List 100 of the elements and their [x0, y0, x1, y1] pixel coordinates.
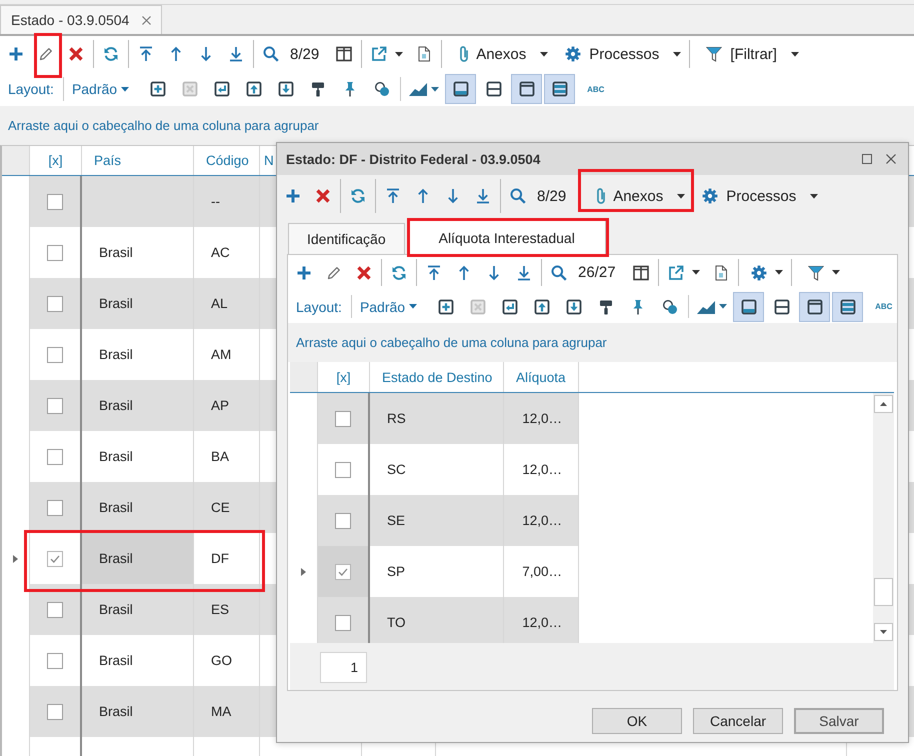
- gear-icon: [565, 46, 582, 62]
- document-icon[interactable]: [416, 46, 432, 62]
- column-header[interactable]: Estado de Destino: [370, 362, 504, 392]
- columns-icon[interactable]: [336, 46, 352, 62]
- pencil-icon[interactable]: [326, 264, 342, 280]
- attachments-menu-button[interactable]: Anexos: [586, 184, 690, 208]
- column-header[interactable]: Código: [194, 146, 260, 175]
- dialog-button[interactable]: OK: [592, 708, 682, 734]
- processes-menu-button[interactable]: Processos: [554, 36, 688, 72]
- view-toggle-button[interactable]: [733, 292, 764, 322]
- view-toggle-button[interactable]: [544, 74, 576, 104]
- top-arrow-icon[interactable]: [138, 46, 154, 62]
- plus-square-icon[interactable]: [438, 298, 454, 314]
- bottom-arrow-icon[interactable]: [475, 188, 491, 204]
- attachments-menu-button[interactable]: Anexos: [444, 36, 554, 72]
- scroll-down-button[interactable]: [874, 623, 893, 641]
- checkbox[interactable]: [47, 194, 63, 210]
- checkbox[interactable]: [47, 500, 63, 516]
- checkbox[interactable]: [335, 512, 351, 528]
- abc-button[interactable]: ABC: [871, 302, 896, 311]
- plus-icon[interactable]: [285, 188, 301, 204]
- circles-icon[interactable]: [374, 81, 390, 97]
- column-header[interactable]: [x]: [318, 362, 370, 392]
- caret-icon: [832, 270, 840, 275]
- checkbox[interactable]: [47, 550, 63, 566]
- cross-icon[interactable]: [68, 46, 84, 62]
- refresh-icon[interactable]: [103, 46, 119, 62]
- bottom-arrow-icon[interactable]: [228, 46, 244, 62]
- document-icon[interactable]: [712, 264, 729, 280]
- down-arrow-box-icon[interactable]: [566, 298, 582, 314]
- split-panel-icon: [486, 81, 502, 97]
- table-row[interactable]: RS 12,0…: [318, 393, 579, 444]
- checkbox[interactable]: [47, 602, 63, 618]
- checkbox[interactable]: [47, 244, 63, 260]
- search-icon[interactable]: [510, 188, 526, 204]
- checkbox[interactable]: [335, 564, 351, 580]
- checkbox[interactable]: [335, 462, 351, 478]
- search-icon[interactable]: [551, 264, 567, 280]
- view-toggle-button[interactable]: [511, 74, 542, 104]
- layout-preset-dropdown[interactable]: Padrão: [66, 81, 136, 97]
- column-header[interactable]: País: [82, 146, 194, 175]
- record-counter: 26/27: [578, 264, 617, 281]
- filter-menu-button[interactable]: [Filtrar]: [692, 36, 805, 72]
- record-counter: 8/29: [537, 188, 568, 204]
- layout-preset-dropdown[interactable]: Padrão: [354, 298, 424, 314]
- tab[interactable]: Identificação: [288, 223, 405, 254]
- checkbox[interactable]: [47, 346, 63, 362]
- table-row[interactable]: TO 12,0…: [318, 597, 579, 643]
- plus-square-icon[interactable]: [150, 81, 166, 97]
- paint-roller-icon[interactable]: [598, 298, 614, 314]
- close-icon[interactable]: [886, 154, 896, 164]
- pencil-icon[interactable]: [38, 46, 54, 62]
- maximize-icon[interactable]: [862, 154, 872, 164]
- processes-menu-button[interactable]: Processos: [700, 184, 822, 208]
- checkbox[interactable]: [47, 296, 63, 312]
- checkbox[interactable]: [47, 704, 63, 720]
- refresh-icon[interactable]: [350, 188, 366, 204]
- tab[interactable]: Alíquota Interestadual: [408, 220, 606, 255]
- group-by-hint: Arraste aqui o cabeçalho de uma coluna para agrupar: [8, 118, 319, 133]
- table-cell: Brasil: [82, 533, 194, 584]
- scroll-up-button[interactable]: [874, 395, 893, 413]
- column-header[interactable]: Alíquota: [504, 362, 579, 392]
- checkbox[interactable]: [335, 410, 351, 426]
- down-arrow-box-icon[interactable]: [278, 81, 294, 97]
- top-arrow-icon[interactable]: [385, 188, 401, 204]
- cross-icon[interactable]: [356, 264, 372, 280]
- close-icon[interactable]: [142, 16, 151, 24]
- refresh-icon[interactable]: [391, 264, 407, 280]
- checkbox[interactable]: [47, 652, 63, 668]
- dialog-button[interactable]: Cancelar: [693, 708, 783, 734]
- view-toggle-button[interactable]: [445, 74, 476, 104]
- search-icon[interactable]: [263, 46, 279, 62]
- layout-label: Layout:: [296, 298, 343, 314]
- checkbox[interactable]: [47, 448, 63, 464]
- funnel-icon: [706, 46, 722, 62]
- columns-icon[interactable]: [632, 264, 649, 280]
- paint-roller-icon[interactable]: [310, 81, 326, 97]
- up-arrow-box-icon[interactable]: [246, 81, 262, 97]
- up-arrow-box-icon[interactable]: [534, 298, 550, 314]
- plus-icon[interactable]: [296, 264, 312, 280]
- table-row[interactable]: SE 12,0…: [318, 495, 579, 546]
- circles-icon[interactable]: [662, 298, 678, 314]
- plus-icon[interactable]: [8, 46, 24, 62]
- record-counter: 8/29: [290, 46, 320, 62]
- caret-icon: [540, 52, 548, 56]
- view-toggle-button[interactable]: [799, 292, 830, 322]
- table-row[interactable]: SP 7,00…: [318, 546, 579, 597]
- column-header[interactable]: [x]: [30, 146, 82, 175]
- checkbox[interactable]: [47, 398, 63, 414]
- dialog-button[interactable]: Salvar: [794, 708, 884, 734]
- cross-icon[interactable]: [315, 188, 331, 204]
- abc-button[interactable]: ABC: [583, 84, 608, 94]
- view-toggle-button[interactable]: [832, 292, 864, 322]
- top-arrow-icon[interactable]: [426, 264, 442, 280]
- checkmark-icon: [338, 568, 348, 576]
- checkbox[interactable]: [335, 614, 351, 630]
- bottom-arrow-icon[interactable]: [516, 264, 532, 280]
- document-tab[interactable]: Estado - 03.9.0504: [0, 5, 162, 34]
- paperclip-icon: [597, 188, 606, 204]
- scroll-thumb[interactable]: [874, 578, 893, 606]
